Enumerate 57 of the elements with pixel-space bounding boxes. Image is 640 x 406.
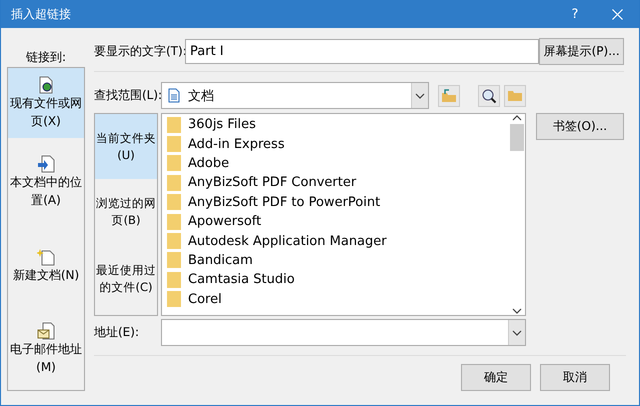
link-type-item[interactable]: 本文档中的位置(A)	[8, 138, 84, 225]
document-arrow-icon	[37, 154, 55, 172]
folder-icon	[167, 174, 181, 191]
bookmark-button[interactable]: 书签(O)...	[536, 113, 624, 140]
dialog-button[interactable]: 取消	[540, 364, 610, 391]
folder-icon	[167, 116, 181, 133]
close-icon	[612, 8, 622, 20]
scroll-down-icon	[512, 307, 522, 315]
file-name[interactable]: AnyBizSoft PDF to PowerPoint	[188, 194, 380, 210]
navigation-item[interactable]: 最近使用过的文件(C)	[95, 244, 157, 315]
address-label: 地址(E):	[94, 324, 140, 341]
dialog-button[interactable]: 确定	[461, 364, 531, 391]
link-type-item[interactable]: 新建文档(N)	[8, 225, 84, 307]
folder-icon	[167, 272, 181, 288]
window-title: 插入超链接	[11, 6, 72, 22]
file-name[interactable]: Bandicam	[188, 252, 253, 268]
scroll-thumb[interactable]	[510, 124, 524, 151]
file-name[interactable]: Adobe	[188, 156, 230, 171]
dropdown-icon	[508, 320, 525, 345]
document-icon	[38, 76, 54, 94]
dropdown-icon	[411, 83, 428, 108]
folder-icon	[167, 291, 181, 308]
link-type-item[interactable]: 电子邮件地址(M)	[8, 307, 84, 390]
browse-web-button[interactable]	[478, 84, 500, 106]
display-text-label: 要显示的文字(T):	[94, 43, 185, 60]
look-in-value: 文档	[188, 88, 214, 104]
folder-icon	[167, 233, 181, 250]
look-in-dropdown[interactable]: 文档	[161, 82, 429, 109]
folder-icon	[167, 214, 181, 230]
file-name[interactable]: Autodesk Application Manager	[188, 234, 387, 249]
display-text-field[interactable]: Part Ⅰ	[185, 39, 540, 64]
folder-icon	[167, 155, 181, 172]
folder-icon	[507, 89, 523, 102]
file-name[interactable]: Camtasia Studio	[188, 272, 295, 288]
look-in-label: 查找范围(L):	[94, 87, 161, 104]
file-name[interactable]: Corel	[188, 292, 222, 307]
scrollbar[interactable]	[509, 114, 525, 315]
folder-icon	[167, 252, 181, 268]
link-to-label: 链接到:	[26, 49, 66, 66]
up-folder-icon	[441, 88, 457, 102]
file-name[interactable]: 360js Files	[188, 117, 256, 132]
file-name[interactable]: Apowersoft	[188, 214, 262, 230]
file-name[interactable]: Add-in Express	[188, 136, 285, 152]
link-type-item[interactable]: 现有文件或网页(X)	[8, 68, 84, 138]
scroll-up-icon	[512, 114, 522, 122]
screentip-button[interactable]: 屏幕提示(P)...	[539, 38, 624, 65]
navigation-item[interactable]: 当前文件夹(U)	[95, 114, 157, 180]
new-document-icon	[37, 248, 55, 266]
folder-icon	[167, 136, 181, 152]
folder-icon	[167, 194, 181, 210]
address-dropdown[interactable]	[161, 319, 526, 346]
document-icon	[168, 88, 180, 103]
navigation-item[interactable]: 浏览过的网页(B)	[95, 179, 157, 244]
up-folder-button[interactable]	[438, 84, 460, 106]
file-name[interactable]: AnyBizSoft PDF Converter	[188, 175, 356, 190]
email-document-icon	[37, 322, 55, 340]
help-button[interactable]: ?	[555, 6, 595, 22]
